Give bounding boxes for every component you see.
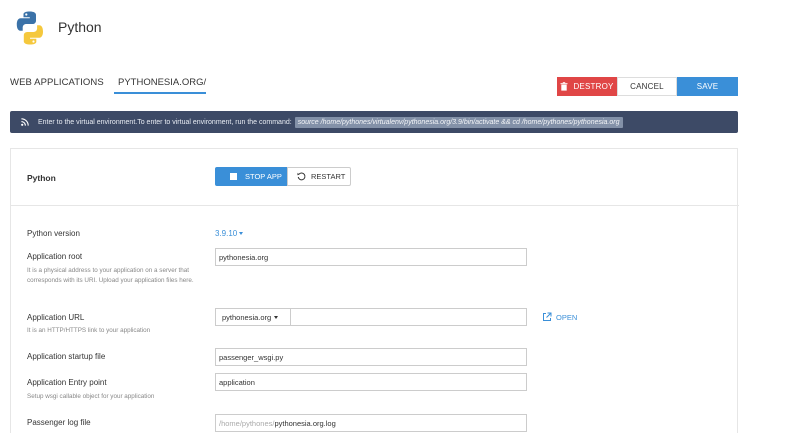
tab-web-applications[interactable]: WEB APPLICATIONS	[10, 77, 104, 88]
python-version-value: 3.9.10	[215, 229, 238, 238]
app-root-input[interactable]: pythonesia.org	[215, 248, 527, 266]
restart-icon	[297, 172, 306, 181]
caret-down-icon	[274, 315, 279, 319]
cancel-button[interactable]: CANCEL	[617, 77, 677, 96]
entry-point-label: Application Entry point	[27, 378, 107, 387]
virtualenv-notice: Enter to the virtual environment.To ente…	[10, 111, 738, 133]
app-url-path-input[interactable]	[290, 308, 527, 326]
restart-label: RESTART	[311, 172, 346, 181]
startup-file-label: Application startup file	[27, 352, 106, 361]
tab-current-app-label: PYTHONESIA.ORG/	[118, 77, 207, 88]
python-version-label: Python version	[27, 229, 80, 238]
restart-button[interactable]: RESTART	[287, 167, 351, 186]
app-url-label: Application URL	[27, 313, 85, 322]
divider	[11, 205, 739, 206]
python-logo-icon	[16, 11, 43, 45]
startup-file-input[interactable]: passenger_wsgi.py	[215, 348, 527, 366]
page-title: Python	[58, 19, 102, 35]
app-url-domain-select[interactable]: pythonesia.org	[215, 308, 291, 326]
entry-point-hint: Setup wsgi callable object for your appl…	[27, 393, 155, 400]
app-root-value: pythonesia.org	[219, 252, 269, 262]
section-title: Python	[27, 173, 56, 183]
virtualenv-command[interactable]: source /home/pythones/virtualenv/pythone…	[294, 116, 623, 128]
log-file-prefix: /home/pythones/	[219, 418, 275, 428]
app-url-hint: It is an HTTP/HTTPS link to your applica…	[27, 327, 151, 334]
destroy-button-label: DESTROY	[573, 82, 614, 91]
log-file-value: pythonesia.org.log	[274, 418, 336, 428]
tab-current-app[interactable]: PYTHONESIA.ORG/	[114, 70, 206, 94]
app-root-label: Application root	[27, 252, 83, 261]
rss-icon	[21, 118, 29, 126]
trash-icon	[560, 82, 568, 91]
action-buttons: DESTROY CANCEL SAVE	[557, 77, 738, 96]
stop-app-label: STOP APP	[245, 172, 282, 181]
log-file-label: Passenger log file	[27, 418, 91, 427]
python-version-dropdown[interactable]: 3.9.10	[215, 229, 244, 238]
entry-point-input[interactable]: application	[215, 373, 527, 391]
open-url-link[interactable]: OPEN	[542, 312, 577, 322]
app-settings-panel: Python STOP APP RESTART Python version 3…	[10, 148, 739, 433]
startup-file-value: passenger_wsgi.py	[219, 352, 284, 362]
notice-text: Enter to the virtual environment.To ente…	[38, 118, 292, 126]
stop-icon	[230, 173, 237, 180]
external-link-icon	[543, 312, 552, 321]
destroy-button[interactable]: DESTROY	[557, 77, 617, 96]
caret-down-icon	[239, 232, 244, 235]
app-url-domain: pythonesia.org	[222, 312, 272, 322]
stop-app-button[interactable]: STOP APP	[215, 167, 287, 186]
open-link-label: OPEN	[556, 312, 578, 322]
log-file-input[interactable]: /home/pythones/ pythonesia.org.log	[215, 414, 527, 432]
app-header: Python	[0, 0, 800, 60]
entry-point-value: application	[219, 377, 255, 387]
app-root-hint: It is a physical address to your applica…	[27, 267, 194, 284]
save-button[interactable]: SAVE	[677, 77, 738, 96]
